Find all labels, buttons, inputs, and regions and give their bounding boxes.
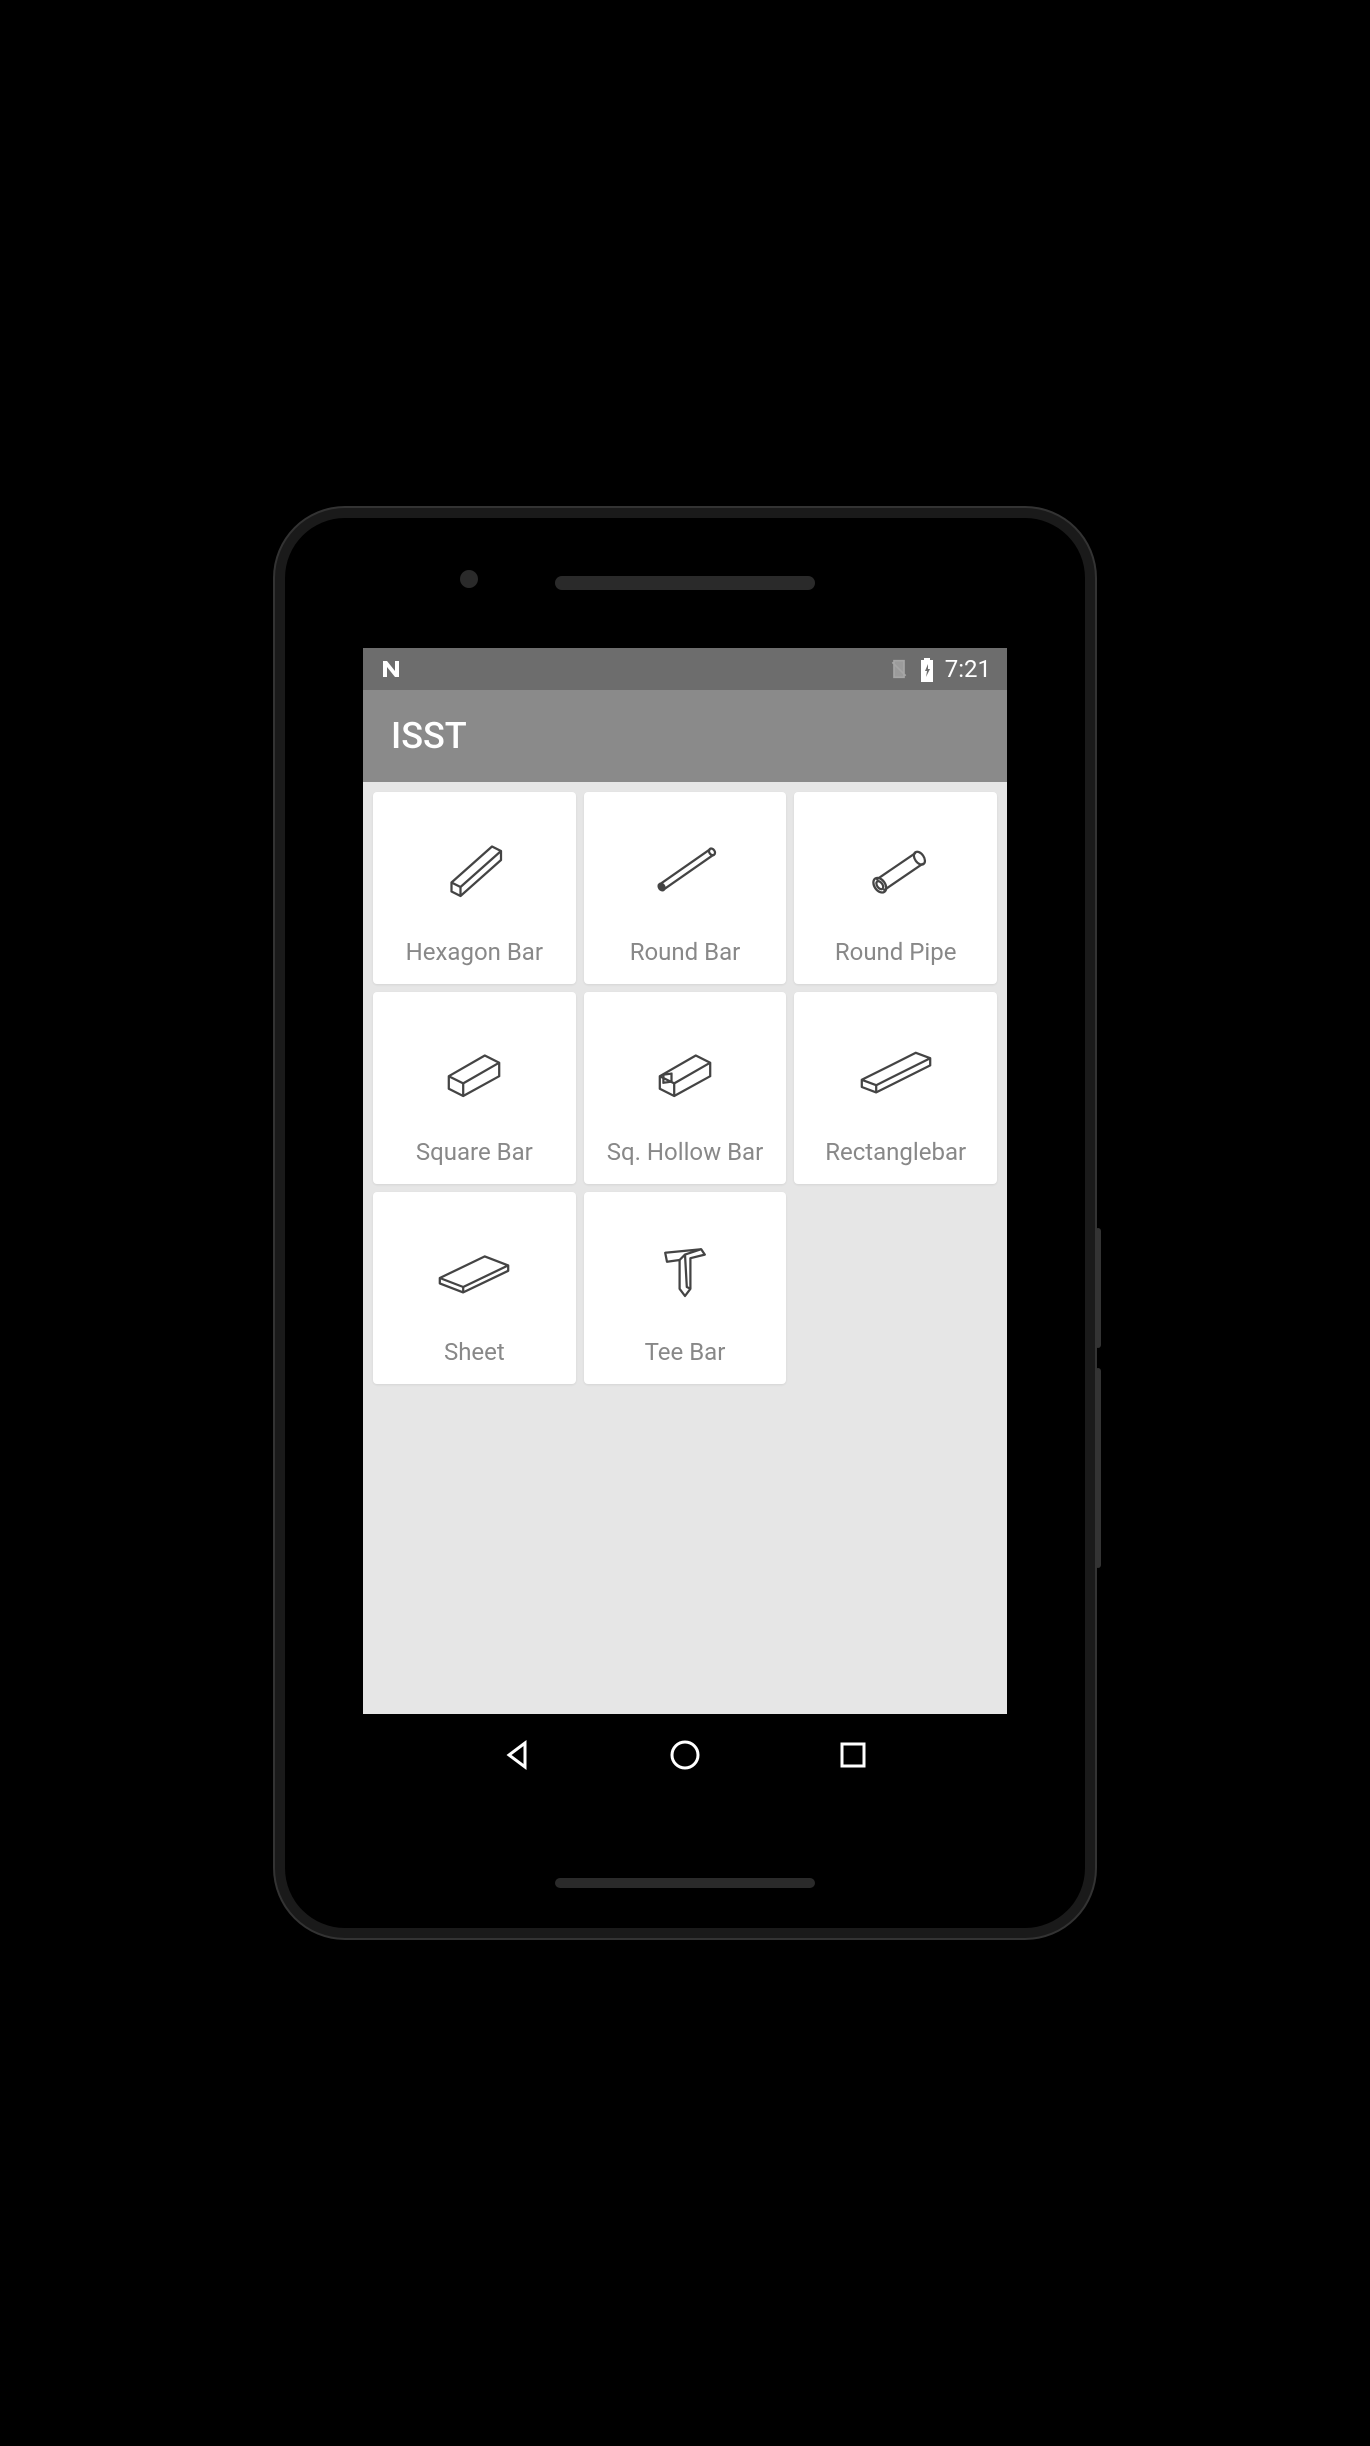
tile-round-bar[interactable]: Round Bar (584, 792, 787, 984)
status-bar: 7:21 (363, 648, 1007, 690)
phone-inner: 7:21 ISST Hexagon Bar (285, 518, 1085, 1928)
sheet-icon (381, 1210, 568, 1328)
tile-label: Round Pipe (835, 938, 957, 966)
android-n-icon (379, 657, 403, 681)
tile-sheet[interactable]: Sheet (373, 1192, 576, 1384)
tile-label: Sq. Hollow Bar (607, 1138, 763, 1166)
tile-round-pipe[interactable]: Round Pipe (794, 792, 997, 984)
phone-frame: 7:21 ISST Hexagon Bar (275, 508, 1095, 1938)
bottom-speaker (555, 1878, 815, 1888)
tile-label: Sheet (444, 1338, 505, 1366)
home-button[interactable] (667, 1737, 703, 1773)
hexagon-bar-icon (381, 810, 568, 928)
status-right: 7:21 (889, 655, 991, 683)
screen: 7:21 ISST Hexagon Bar (363, 648, 1007, 1796)
content-grid: Hexagon Bar Round Bar (363, 782, 1007, 1394)
tile-label: Tee Bar (645, 1338, 726, 1366)
round-bar-icon (592, 810, 779, 928)
camera-dot (460, 570, 478, 588)
tile-label: Round Bar (630, 938, 741, 966)
rectangle-bar-icon (802, 1010, 989, 1128)
tile-label: Square Bar (416, 1138, 533, 1166)
battery-charging-icon (919, 658, 935, 680)
recent-apps-button[interactable] (835, 1737, 871, 1773)
speaker-grille (555, 576, 815, 590)
status-clock: 7:21 (945, 655, 991, 683)
side-button-2 (1095, 1368, 1101, 1568)
navigation-bar (363, 1714, 1007, 1796)
tile-label: Hexagon Bar (406, 938, 543, 966)
square-bar-icon (381, 1010, 568, 1128)
sq-hollow-bar-icon (592, 1010, 779, 1128)
app-bar: ISST (363, 690, 1007, 782)
app-title: ISST (391, 715, 467, 757)
top-bezel (285, 518, 1085, 648)
tile-square-bar[interactable]: Square Bar (373, 992, 576, 1184)
tile-label: Rectanglebar (825, 1138, 966, 1166)
status-left (379, 657, 403, 681)
back-button[interactable] (499, 1737, 535, 1773)
tile-tee-bar[interactable]: Tee Bar (584, 1192, 787, 1384)
no-sim-icon (889, 659, 909, 679)
tile-hexagon-bar[interactable]: Hexagon Bar (373, 792, 576, 984)
tile-rectangle-bar[interactable]: Rectanglebar (794, 992, 997, 1184)
side-button (1095, 1228, 1101, 1348)
tile-sq-hollow-bar[interactable]: Sq. Hollow Bar (584, 992, 787, 1184)
tee-bar-icon (592, 1210, 779, 1328)
round-pipe-icon (802, 810, 989, 928)
